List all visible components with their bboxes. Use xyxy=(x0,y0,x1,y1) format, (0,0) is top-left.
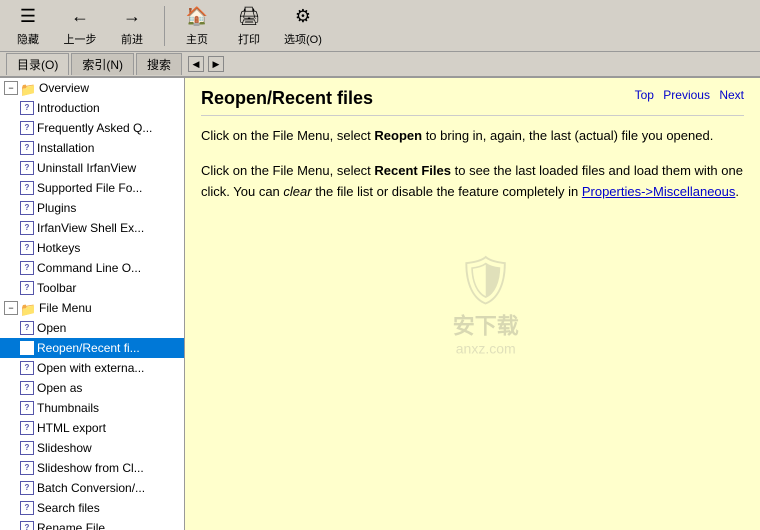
home-icon: 🏠 xyxy=(185,5,209,29)
tree-item-slideshow-cl[interactable]: ? Slideshow from Cl... xyxy=(0,458,184,478)
tree-item-hotkeys[interactable]: ? Hotkeys xyxy=(0,238,184,258)
tree-group-file-menu[interactable]: − 📁 File Menu xyxy=(0,298,184,318)
content-body: Click on the File Menu, select Reopen to… xyxy=(201,126,744,202)
doc-icon: ? xyxy=(20,241,34,255)
doc-icon: ? xyxy=(20,201,34,215)
print-button[interactable]: 🖨 打印 xyxy=(227,2,271,50)
hide-button[interactable]: ☰ 隐藏 xyxy=(6,2,50,50)
doc-icon: ? xyxy=(20,461,34,475)
tab-arrow-left[interactable]: ◀ xyxy=(188,56,204,72)
tree-item-rename[interactable]: ? Rename File xyxy=(0,518,184,530)
doc-icon: ? xyxy=(20,441,34,455)
doc-icon: ? xyxy=(20,401,34,415)
home-button[interactable]: 🏠 主页 xyxy=(175,2,219,50)
tree-item-html-export[interactable]: ? HTML export xyxy=(0,418,184,438)
doc-icon: ? xyxy=(20,121,34,135)
tab-index[interactable]: 索引(N) xyxy=(71,53,134,75)
doc-icon: ? xyxy=(20,161,34,175)
paragraph-2: Click on the File Menu, select Recent Fi… xyxy=(201,161,744,203)
tree-item-open[interactable]: ? Open xyxy=(0,318,184,338)
doc-icon: ? xyxy=(20,421,34,435)
forward-button[interactable]: → 前进 xyxy=(110,2,154,50)
tree-item-open-as[interactable]: ? Open as xyxy=(0,378,184,398)
content-panel: Top Previous Next Reopen/Recent files Cl… xyxy=(185,78,760,530)
tab-toc[interactable]: 目录(O) xyxy=(6,53,69,75)
doc-icon: ? xyxy=(20,321,34,335)
tree-item-shell[interactable]: ? IrfanView Shell Ex... xyxy=(0,218,184,238)
paragraph-1: Click on the File Menu, select Reopen to… xyxy=(201,126,744,147)
tree-item-faq[interactable]: ? Frequently Asked Q... xyxy=(0,118,184,138)
tree-item-supported-formats[interactable]: ? Supported File Fo... xyxy=(0,178,184,198)
options-icon: ⚙ xyxy=(291,5,315,29)
tree-item-thumbnails[interactable]: ? Thumbnails xyxy=(0,398,184,418)
nav-prev-link[interactable]: Previous xyxy=(663,88,710,102)
tree-item-batch[interactable]: ? Batch Conversion/... xyxy=(0,478,184,498)
tree-item-uninstall[interactable]: ? Uninstall IrfanView xyxy=(0,158,184,178)
folder-icon: 📁 xyxy=(20,81,36,95)
watermark: 🛡 安下载 anxz.com xyxy=(453,252,519,357)
navtabs-bar: 目录(O) 索引(N) 搜索 ◀ ▶ xyxy=(0,52,760,78)
doc-icon: ? xyxy=(20,381,34,395)
doc-icon: ? xyxy=(20,221,34,235)
doc-icon: ? xyxy=(20,341,34,355)
tab-search[interactable]: 搜索 xyxy=(136,53,182,75)
toolbar: ☰ 隐藏 ← 上一步 → 前进 🏠 主页 🖨 打印 ⚙ 选项(O) xyxy=(0,0,760,52)
tree-item-reopen[interactable]: ? Reopen/Recent fi... xyxy=(0,338,184,358)
hide-icon: ☰ xyxy=(16,5,40,29)
nav-links: Top Previous Next xyxy=(629,88,744,102)
expand-overview[interactable]: − xyxy=(4,81,18,95)
forward-icon: → xyxy=(120,5,144,29)
tree-item-search-files[interactable]: ? Search files xyxy=(0,498,184,518)
back-button[interactable]: ← 上一步 xyxy=(58,2,102,50)
doc-icon: ? xyxy=(20,521,34,530)
doc-icon: ? xyxy=(20,501,34,515)
doc-icon: ? xyxy=(20,101,34,115)
nav-next-link[interactable]: Next xyxy=(719,88,744,102)
doc-icon: ? xyxy=(20,261,34,275)
doc-icon: ? xyxy=(20,181,34,195)
folder-icon: 📁 xyxy=(20,301,36,315)
toolbar-separator xyxy=(164,6,165,46)
nav-top-link[interactable]: Top xyxy=(635,88,654,102)
doc-icon: ? xyxy=(20,281,34,295)
tree-item-cmdline[interactable]: ? Command Line O... xyxy=(0,258,184,278)
doc-icon: ? xyxy=(20,361,34,375)
tree-item-plugins[interactable]: ? Plugins xyxy=(0,198,184,218)
tree-panel: − 📁 Overview ? Introduction ? Frequently… xyxy=(0,78,185,530)
doc-icon: ? xyxy=(20,141,34,155)
expand-file-menu[interactable]: − xyxy=(4,301,18,315)
tree-group-overview[interactable]: − 📁 Overview xyxy=(0,78,184,98)
tab-arrow-right[interactable]: ▶ xyxy=(208,56,224,72)
tree-item-open-external[interactable]: ? Open with externa... xyxy=(0,358,184,378)
options-button[interactable]: ⚙ 选项(O) xyxy=(279,2,327,50)
properties-link[interactable]: Properties->Miscellaneous xyxy=(582,184,736,199)
print-icon: 🖨 xyxy=(237,5,261,29)
tree-item-installation[interactable]: ? Installation xyxy=(0,138,184,158)
back-icon: ← xyxy=(68,5,92,29)
doc-icon: ? xyxy=(20,481,34,495)
tree-item-introduction[interactable]: ? Introduction xyxy=(0,98,184,118)
tree-item-slideshow[interactable]: ? Slideshow xyxy=(0,438,184,458)
tree-item-toolbar[interactable]: ? Toolbar xyxy=(0,278,184,298)
main-layout: − 📁 Overview ? Introduction ? Frequently… xyxy=(0,78,760,530)
